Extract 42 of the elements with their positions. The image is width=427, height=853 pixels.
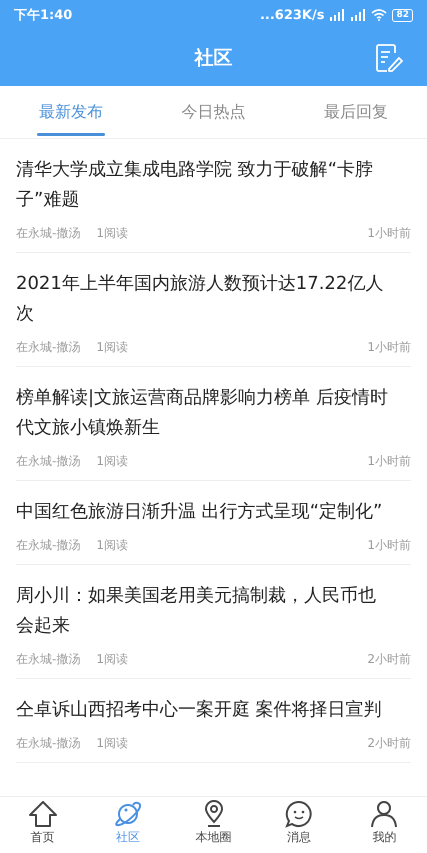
read-count: 1阅读: [96, 225, 128, 242]
network-speed: ...623K/s: [260, 8, 324, 22]
post-title[interactable]: 周小川：如果美国老用美元搞制裁，人民币也会起来: [16, 581, 411, 641]
signal-icon: [350, 9, 366, 21]
nav-item[interactable]: 我的: [342, 797, 427, 853]
post-time: 1小时前: [367, 537, 411, 554]
read-count: 1阅读: [96, 339, 128, 356]
home-icon: [28, 800, 58, 828]
read-count: 1阅读: [96, 651, 128, 668]
person-icon: [369, 800, 400, 828]
status-time: 下午1:40: [14, 7, 72, 24]
post-title[interactable]: 仝卓诉山西招考中心一案开庭 案件将择日宣判: [16, 695, 411, 725]
read-count: 1阅读: [96, 537, 128, 554]
post-title[interactable]: 中国红色旅游日渐升温 出行方式呈现“定制化”: [16, 497, 411, 527]
smiley-chat-icon: [284, 800, 314, 828]
post-time: 1小时前: [367, 453, 411, 470]
tab[interactable]: 最后回复: [284, 86, 427, 138]
post-title[interactable]: 榜单解读|文旅运营商品牌影响力榜单 后疫情时代文旅小镇焕新生: [16, 383, 411, 443]
post-author: 在永城-撒汤: [16, 453, 80, 470]
post-time: 1小时前: [367, 225, 411, 242]
post-author: 在永城-撒汤: [16, 537, 80, 554]
post-time: 2小时前: [367, 735, 411, 752]
read-count: 1阅读: [96, 735, 128, 752]
wifi-icon: [371, 9, 388, 21]
post-author: 在永城-撒汤: [16, 339, 80, 356]
post-author: 在永城-撒汤: [16, 735, 80, 752]
nav-item[interactable]: 本地圈: [170, 797, 256, 853]
nav-item[interactable]: 消息: [256, 797, 342, 853]
post-author: 在永城-撒汤: [16, 225, 80, 242]
post-time: 2小时前: [367, 651, 411, 668]
edit-icon[interactable]: [375, 43, 403, 73]
nav-item[interactable]: 首页: [0, 797, 86, 853]
tab[interactable]: 今日热点: [142, 86, 285, 138]
read-count: 1阅读: [96, 453, 128, 470]
post-author: 在永城-撒汤: [16, 651, 80, 668]
post-title[interactable]: 2021年上半年国内旅游人数预计达17.22亿人次: [16, 269, 411, 329]
battery-icon: 82: [392, 8, 413, 22]
post-time: 1小时前: [367, 339, 411, 356]
page-title: 社区: [194, 46, 232, 71]
signal-icon: [329, 9, 346, 21]
planet-icon: [113, 800, 144, 828]
post-title[interactable]: 清华大学成立集成电路学院 致力于破解“卡脖子”难题: [16, 155, 411, 215]
